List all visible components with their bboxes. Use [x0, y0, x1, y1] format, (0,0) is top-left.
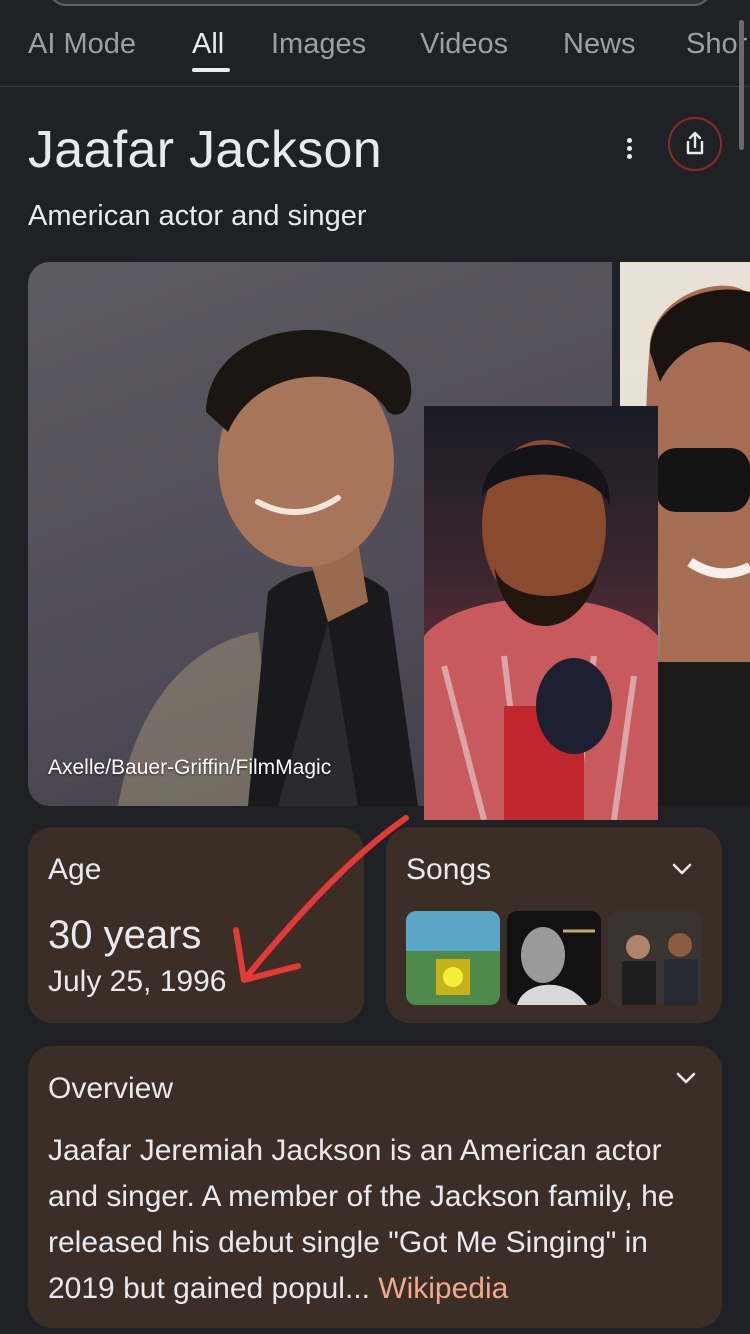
tab-images[interactable]: Images	[271, 28, 366, 61]
song-thumbnail-image	[406, 911, 500, 1005]
age-card[interactable]: Age 30 years July 25, 1996	[28, 827, 364, 1023]
birth-date: July 25, 1996	[48, 965, 227, 998]
age-label: Age	[48, 853, 102, 886]
overview-card[interactable]: Overview Jaafar Jeremiah Jackson is an A…	[28, 1046, 722, 1328]
chevron-down-icon[interactable]	[668, 859, 696, 879]
photo-credit: Axelle/Bauer-Griffin/FilmMagic	[48, 756, 332, 779]
song-thumbnail-image	[507, 911, 601, 1005]
wikipedia-link[interactable]: Wikipedia	[378, 1272, 508, 1305]
overlay-photo-image	[424, 440, 658, 820]
overview-label: Overview	[48, 1072, 174, 1105]
song-thumbnail[interactable]	[507, 911, 601, 1005]
chevron-down-icon[interactable]	[672, 1068, 700, 1088]
tab-news[interactable]: News	[563, 28, 636, 61]
song-thumbnail[interactable]	[608, 911, 702, 1005]
tab-ai-mode[interactable]: AI Mode	[28, 28, 136, 61]
entity-title: Jaafar Jackson	[28, 121, 382, 179]
songs-label: Songs	[406, 853, 492, 886]
song-thumbnail-image	[608, 911, 702, 1005]
more-options-button[interactable]	[612, 128, 646, 164]
share-icon	[686, 131, 704, 155]
entity-subtitle: American actor and singer	[28, 200, 367, 232]
song-thumbnail[interactable]	[406, 911, 500, 1005]
overview-text: Jaafar Jeremiah Jackson is an American a…	[48, 1128, 708, 1312]
share-button[interactable]	[668, 117, 722, 171]
songs-card[interactable]: Songs	[386, 827, 722, 1023]
tab-videos[interactable]: Videos	[420, 28, 508, 61]
scrollbar[interactable]	[739, 20, 744, 150]
overview-body: Jaafar Jeremiah Jackson is an American a…	[48, 1134, 675, 1305]
search-tabs: AI Mode All Images Videos News Shor	[0, 0, 750, 87]
tab-active-indicator	[192, 68, 230, 72]
overlay-photo[interactable]	[424, 406, 658, 820]
age-value: 30 years	[48, 913, 202, 957]
tab-all[interactable]: All	[192, 28, 224, 61]
